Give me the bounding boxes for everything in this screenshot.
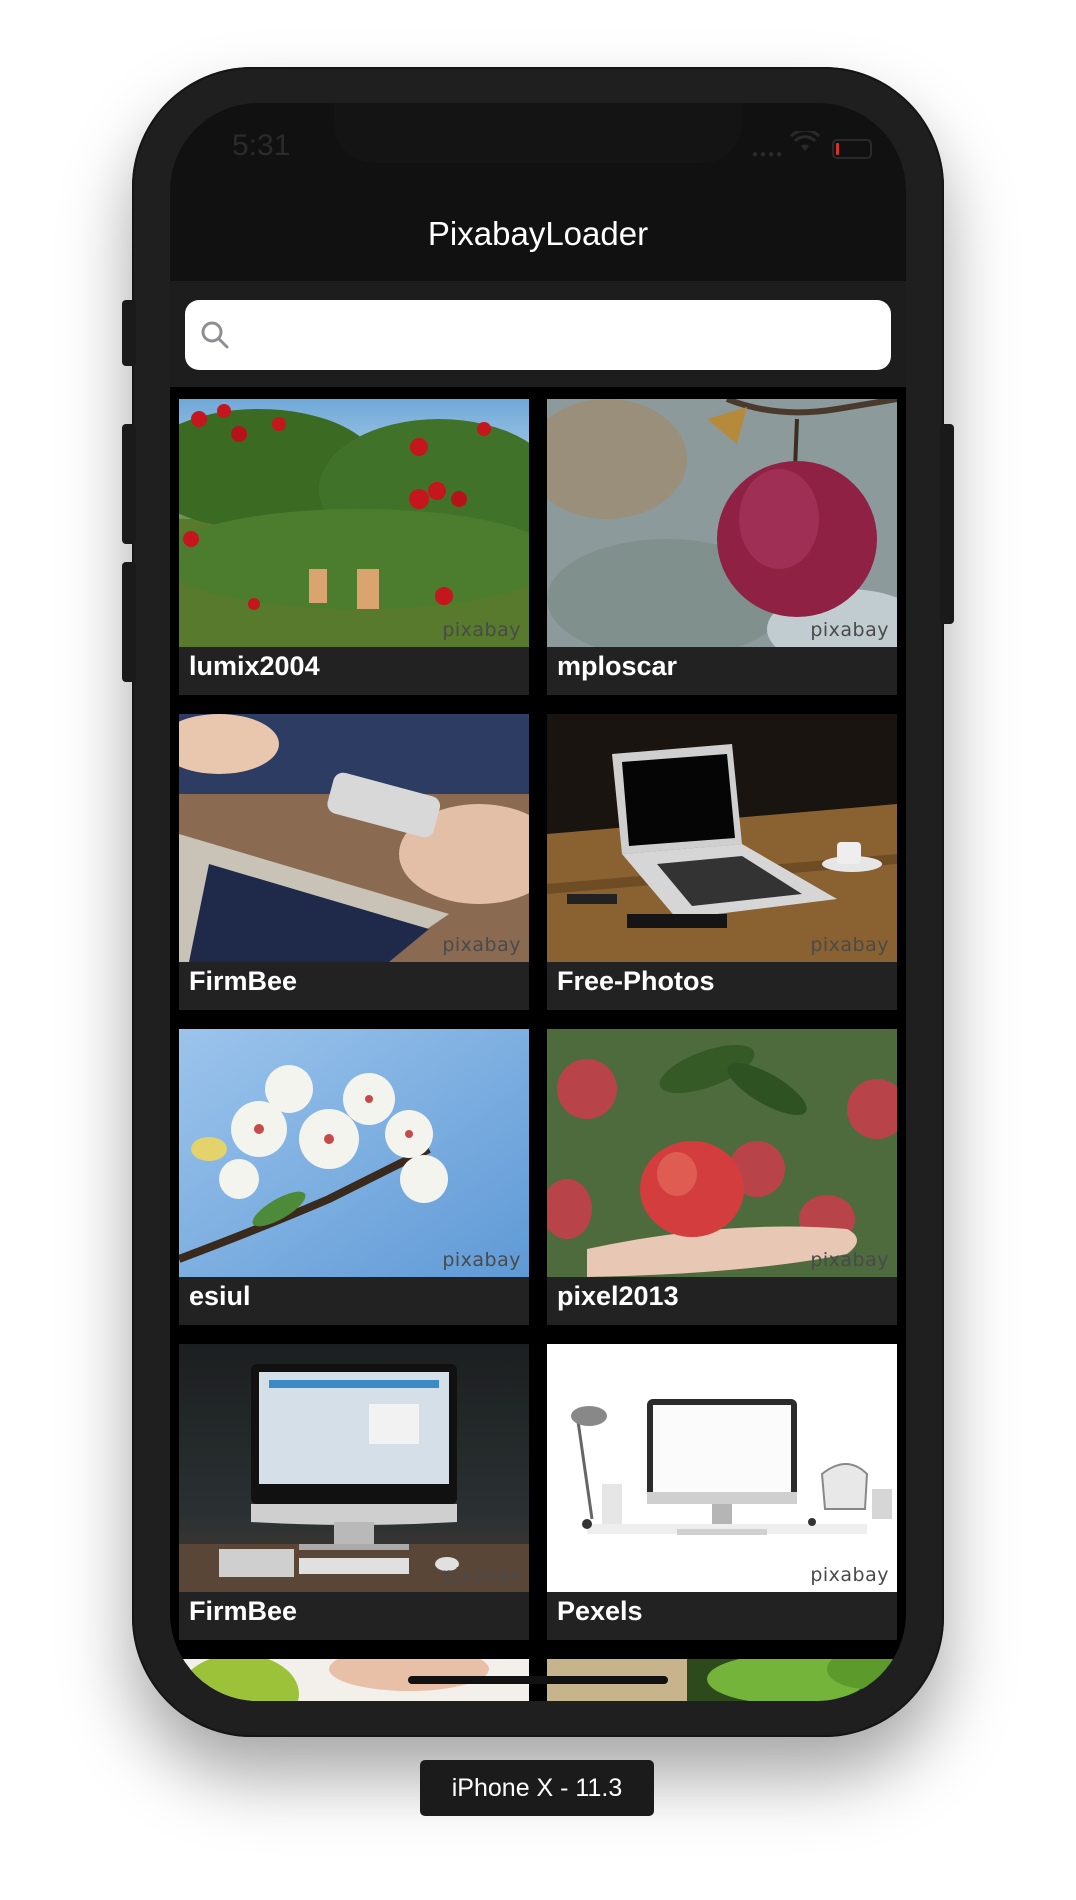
photo-cell[interactable]: pixabay FirmBee bbox=[179, 1344, 529, 1640]
photo-cell[interactable]: pixabay Free-Photos bbox=[547, 714, 897, 1010]
search-icon bbox=[200, 320, 230, 355]
photo-cell[interactable]: pixabay FirmBee bbox=[179, 714, 529, 1010]
nav-title: PixabayLoader bbox=[427, 215, 649, 252]
photo-username: mploscar bbox=[557, 651, 678, 681]
wifi-icon bbox=[789, 128, 821, 158]
photo-username: Pexels bbox=[557, 1596, 643, 1626]
volume-down-button bbox=[122, 562, 136, 682]
photo-image: pixabay bbox=[547, 399, 897, 647]
photo-image: pixabay bbox=[547, 714, 897, 962]
home-indicator[interactable] bbox=[408, 1676, 668, 1684]
pixabay-watermark: pixabay bbox=[810, 619, 889, 641]
power-button bbox=[940, 424, 954, 624]
cellular-signal-icon: ●●●● bbox=[752, 149, 785, 160]
search-field[interactable] bbox=[185, 300, 891, 372]
pixabay-watermark: pixabay bbox=[442, 1564, 521, 1586]
photo-username: pixel2013 bbox=[557, 1281, 679, 1311]
pixabay-watermark: pixabay bbox=[810, 1564, 889, 1586]
status-time: 5:31 bbox=[232, 129, 291, 162]
photo-image: pixabay bbox=[547, 1344, 897, 1592]
photo-username: Free-Photos bbox=[557, 966, 715, 996]
pixabay-watermark: pixabay bbox=[442, 1249, 521, 1271]
navigation-bar: PixabayLoader bbox=[170, 187, 906, 281]
photo-image: pixabay bbox=[547, 1029, 897, 1277]
search-input[interactable] bbox=[243, 300, 887, 372]
device-notch bbox=[334, 103, 742, 163]
photo-image: pixabay bbox=[179, 1029, 529, 1277]
photo-username: FirmBee bbox=[189, 966, 298, 996]
photo-cell[interactable]: pixabay pixel2013 bbox=[547, 1029, 897, 1325]
photo-image: pixabay bbox=[179, 714, 529, 962]
photo-image: pixabay bbox=[179, 1344, 529, 1592]
search-bar bbox=[170, 281, 906, 387]
photo-cell[interactable]: pixabay lumix2004 bbox=[179, 399, 529, 695]
photo-cell[interactable]: pixabay Pexels bbox=[547, 1344, 897, 1640]
volume-up-button bbox=[122, 424, 136, 544]
pixabay-watermark: pixabay bbox=[810, 934, 889, 956]
photo-username: lumix2004 bbox=[189, 651, 320, 681]
photo-username: esiul bbox=[189, 1281, 251, 1311]
pixabay-watermark: pixabay bbox=[442, 619, 521, 641]
photo-username: FirmBee bbox=[189, 1596, 298, 1626]
battery-icon bbox=[832, 139, 872, 159]
photo-grid[interactable]: pixabay lumix2004 pixabay mploscar pixab… bbox=[170, 387, 906, 1701]
pixabay-watermark: pixabay bbox=[442, 934, 521, 956]
mute-switch bbox=[122, 300, 136, 366]
photo-cell[interactable]: pixabay mploscar bbox=[547, 399, 897, 695]
photo-cell[interactable]: pixabay esiul bbox=[179, 1029, 529, 1325]
app-screen: 5:31 ●●●● PixabayLoader pixabay lumix200… bbox=[170, 103, 906, 1701]
photo-image: pixabay bbox=[179, 399, 529, 647]
device-label: iPhone X - 11.3 bbox=[420, 1760, 654, 1816]
pixabay-watermark: pixabay bbox=[810, 1249, 889, 1271]
